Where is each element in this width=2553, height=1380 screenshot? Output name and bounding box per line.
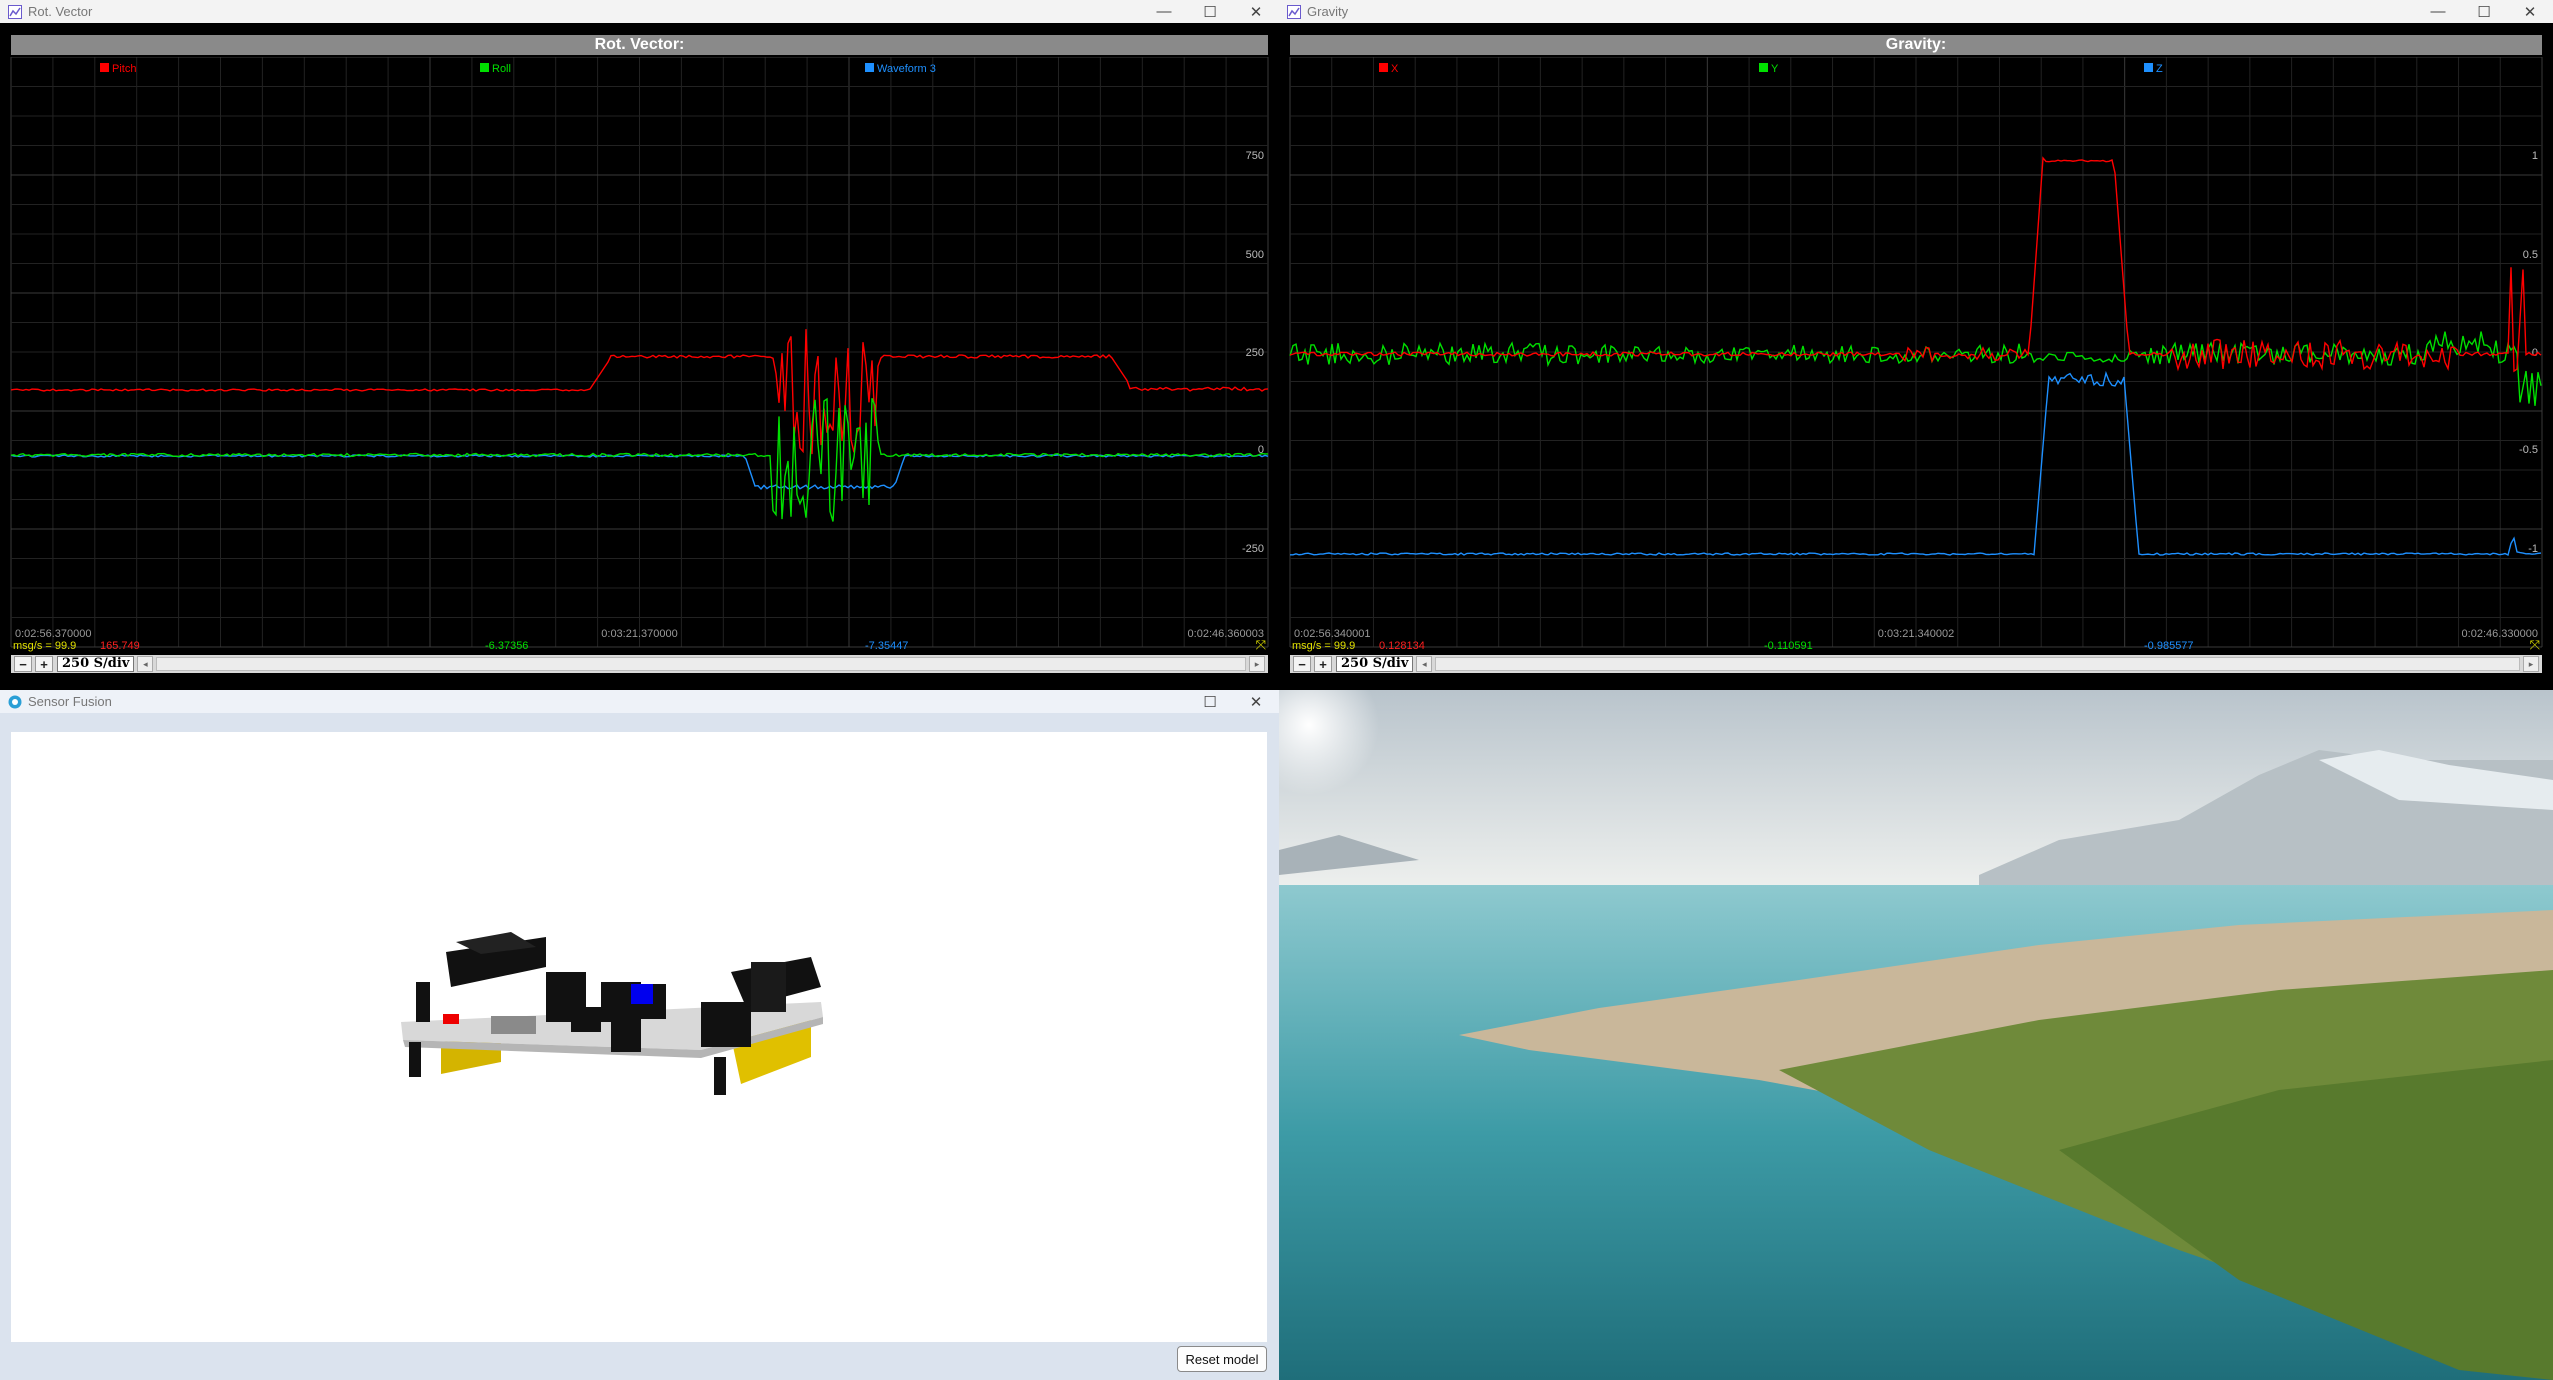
window-title: Sensor Fusion [28, 694, 112, 709]
zoom-out-button[interactable]: − [1293, 656, 1311, 672]
time-label: 0:03:21.340002 [1878, 628, 1954, 640]
3d-viewport[interactable] [11, 732, 1267, 1342]
y-tick-label: -0.5 [2519, 444, 2538, 456]
desktop-wallpaper [1279, 690, 2553, 1380]
maximize-button[interactable]: ☐ [1187, 690, 1233, 713]
scroll-left-button[interactable]: ◂ [137, 656, 154, 672]
time-label: 0:03:21.370000 [601, 628, 677, 640]
maximize-button[interactable]: ☐ [2461, 0, 2507, 23]
rot-vector-window: Rot. Vector — ☐ ✕ Rot. Vector: Pitch Roll… [0, 0, 1279, 690]
close-button[interactable]: ✕ [1233, 690, 1279, 713]
zoom-in-button[interactable]: + [1314, 656, 1332, 672]
plot-title: Rot. Vector: [11, 35, 1268, 55]
legend-label: Z [2156, 63, 2163, 75]
minimize-button[interactable]: — [2415, 0, 2461, 23]
minimize-button[interactable]: — [1141, 0, 1187, 23]
rot-vector-titlebar[interactable]: Rot. Vector — ☐ ✕ [0, 0, 1279, 23]
value-readout: msg/s = 99.9 [1292, 640, 1355, 652]
samples-per-div[interactable]: 250 S/div [1336, 656, 1414, 672]
board-model[interactable] [11, 732, 1267, 1342]
legend-swatch [1379, 63, 1388, 72]
gravity-titlebar[interactable]: Gravity — ☐ ✕ [1279, 0, 2553, 23]
plot-toolbar: − + 250 S/div ◂ ▸ [1290, 655, 2542, 673]
scroll-right-button[interactable]: ▸ [2523, 656, 2539, 672]
plot-toolbar: − + 250 S/div ◂ ▸ [11, 655, 1268, 673]
scroll-right-button[interactable]: ▸ [1249, 656, 1265, 672]
legend-label: Y [1771, 63, 1779, 75]
sensor-fusion-window: Sensor Fusion ☐ ✕ Reset model [0, 690, 1279, 1380]
zoom-out-button[interactable]: − [14, 656, 32, 672]
scroll-left-button[interactable]: ◂ [1416, 656, 1433, 672]
autoscale-icon: ⤧ [1256, 637, 1267, 652]
y-tick-label: 250 [1246, 347, 1264, 359]
zoom-in-button[interactable]: + [35, 656, 53, 672]
autoscale-icon: ⤧ [2530, 637, 2541, 652]
legend-swatch [1759, 63, 1768, 72]
value-readout: msg/s = 99.9 [13, 640, 76, 652]
y-tick-label: 750 [1246, 150, 1264, 162]
value-readout: -7.35447 [865, 640, 908, 652]
close-button[interactable]: ✕ [1233, 0, 1279, 23]
chart-app-icon [1287, 4, 1301, 19]
gravity-plot[interactable]: X Y Z10.50-0.5-10:02:56.340001 0:03:21.3400… [1279, 57, 2553, 657]
y-tick-label: 1 [2532, 150, 2538, 162]
samples-per-div[interactable]: 250 S/div [57, 656, 135, 672]
rot-vector-plot[interactable]: Pitch Roll Waveform 37505002500-2500:02:56… [0, 57, 1279, 657]
legend-label: Waveform 3 [877, 63, 936, 75]
gravity-window: Gravity — ☐ ✕ Gravity: X Y Z 1 0.5 0 -0.5 -1 0:0… [1279, 0, 2553, 690]
legend-swatch [865, 63, 874, 72]
sensor-fusion-titlebar[interactable]: Sensor Fusion ☐ ✕ [0, 690, 1279, 713]
legend-swatch [2144, 63, 2153, 72]
plot-title: Gravity: [1290, 35, 2542, 55]
time-label: 0:02:46.360003 [1188, 628, 1264, 640]
legend-label: Roll [492, 63, 511, 75]
reset-model-button[interactable]: Reset model [1177, 1346, 1267, 1372]
y-tick-label: 500 [1246, 249, 1264, 261]
chart-app-icon [8, 4, 22, 19]
maximize-button[interactable]: ☐ [1187, 0, 1233, 23]
value-readout: -0.110591 [1764, 640, 1813, 652]
app-logo-icon [8, 695, 22, 708]
window-title: Rot. Vector [28, 4, 93, 19]
window-title: Gravity [1307, 4, 1349, 19]
time-label: 0:02:56.340001 [1294, 628, 1370, 640]
legend-swatch [480, 63, 489, 72]
value-readout: -0.985577 [2144, 640, 2194, 652]
y-tick-label: 0.5 [2523, 249, 2538, 261]
value-readout: 165.749 [100, 640, 140, 652]
legend-swatch [100, 63, 109, 72]
value-readout: -6.37356 [485, 640, 528, 652]
value-readout: 0.128134 [1379, 640, 1425, 652]
time-label: 0:02:46.330000 [2462, 628, 2538, 640]
time-scrollbar[interactable] [156, 657, 1246, 671]
legend-label: Pitch [112, 63, 136, 75]
time-label: 0:02:56.370000 [15, 628, 91, 640]
close-button[interactable]: ✕ [2507, 0, 2553, 23]
legend-label: X [1391, 63, 1399, 75]
y-tick-label: -250 [1242, 543, 1264, 555]
time-scrollbar[interactable] [1435, 657, 2520, 671]
